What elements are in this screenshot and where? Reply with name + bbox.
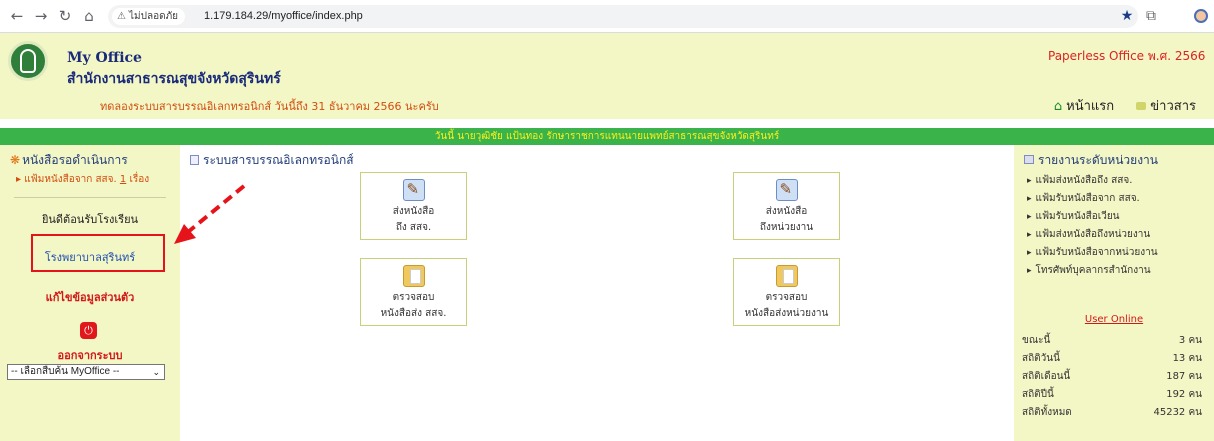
user-online-link[interactable]: User Online bbox=[1014, 314, 1214, 325]
report-link[interactable]: แฟ้มรับหนังสือจากหน่วยงาน bbox=[1027, 245, 1158, 260]
address-bar[interactable]: ⚠ ไม่ปลอดภัย 1.179.184.29/myoffice/index.… bbox=[108, 5, 1138, 28]
check-office-tile[interactable]: ตรวจสอบ หนังสือส่ง สสจ. bbox=[360, 258, 467, 326]
security-chip[interactable]: ⚠ ไม่ปลอดภัย bbox=[112, 8, 186, 25]
right-sidebar: รายงานระดับหน่วยงาน แฟ้มส่งหนังสือถึง สส… bbox=[1014, 145, 1214, 441]
nav-home[interactable]: ⌂ หน้าแรก bbox=[1054, 99, 1114, 114]
annotation-arrow bbox=[174, 184, 246, 244]
announcement-banner: วันนี้ นายวุฒิชัย แป้นทอง รักษาราชการแทน… bbox=[0, 128, 1214, 145]
moph-logo bbox=[8, 41, 48, 81]
reload-icon[interactable]: ↻ bbox=[56, 7, 74, 25]
warning-icon: ⚠ bbox=[117, 11, 126, 22]
site-title: My Office bbox=[67, 50, 142, 66]
logout-link[interactable]: ออกจากระบบ bbox=[0, 346, 180, 364]
section-title: ระบบสารบรรณอิเลกทรอนิกส์ bbox=[190, 151, 354, 170]
folder-icon bbox=[775, 265, 798, 287]
welcome-text: ยินดีต้อนรับโรงเรียน bbox=[41, 213, 139, 226]
pen-paper-icon bbox=[402, 179, 425, 201]
chevron-down-icon: ⌄ bbox=[152, 367, 160, 377]
house-icon: ⌂ bbox=[1053, 99, 1063, 114]
report-icon bbox=[1024, 155, 1034, 164]
home-icon[interactable]: ⌂ bbox=[80, 7, 98, 25]
pending-title: ❋ หนังสือรอดำเนินการ bbox=[10, 153, 128, 167]
left-sidebar: ❋ หนังสือรอดำเนินการ ▸ แฟ้มหนังสือจาก สสจ… bbox=[0, 145, 180, 441]
report-link[interactable]: แฟ้มรับหนังสือเวียน bbox=[1027, 209, 1120, 224]
main-content: ระบบสารบรรณอิเลกทรอนิกส์ ส่งหนังสือ ถึง … bbox=[180, 145, 1014, 441]
stat-row: สถิติปีนี้ 192 คน bbox=[1022, 389, 1202, 400]
report-link[interactable]: แฟ้มส่งหนังสือถึงหน่วยงาน bbox=[1027, 227, 1151, 242]
forward-icon[interactable]: → bbox=[32, 7, 50, 25]
edit-profile-link[interactable]: แก้ไขข้อมูลส่วนตัว bbox=[0, 288, 180, 306]
org-name: สำนักงานสาธารณสุขจังหวัดสุรินทร์ bbox=[67, 71, 281, 87]
user-org-link[interactable]: โรงพยาบาลสุรินทร์ bbox=[0, 248, 180, 266]
search-select[interactable]: -- เลือกสืบค้น MyOffice -- ⌄ bbox=[7, 364, 165, 380]
check-agency-tile[interactable]: ตรวจสอบ หนังสือส่งหน่วยงาน bbox=[733, 258, 840, 326]
extensions-icon[interactable]: ⧉ bbox=[1142, 7, 1160, 25]
tagline: Paperless Office พ.ศ. 2566 bbox=[1048, 49, 1206, 63]
site-header: My Office สำนักงานสาธารณสุขจังหวัดสุรินท… bbox=[0, 33, 1214, 119]
power-icon[interactable]: ⏻ bbox=[80, 322, 97, 339]
send-to-agency-tile[interactable]: ส่งหนังสือ ถึงหน่วยงาน bbox=[733, 172, 840, 240]
stat-row: สถิติวันนี้ 13 คน bbox=[1022, 353, 1202, 364]
nav-news[interactable]: ข่าวสาร bbox=[1136, 99, 1196, 114]
browser-toolbar: ← → ↻ ⌂ ⚠ ไม่ปลอดภัย 1.179.184.29/myoffic… bbox=[0, 0, 1214, 33]
stat-row: สถิติเดือนนี้ 187 คน bbox=[1022, 371, 1202, 382]
report-link[interactable]: แฟ้มส่งหนังสือถึง สสจ. bbox=[1027, 173, 1133, 188]
document-icon bbox=[190, 155, 199, 165]
report-title: รายงานระดับหน่วยงาน bbox=[1024, 151, 1158, 170]
stat-row: สถิติทั้งหมด 45232 คน bbox=[1022, 407, 1202, 418]
stat-row: ขณะนี้ 3 คน bbox=[1022, 335, 1202, 346]
bookmark-star-icon[interactable]: ★ bbox=[1118, 7, 1136, 25]
folder-icon bbox=[402, 265, 425, 287]
divider bbox=[14, 197, 166, 198]
top-nav: ⌂ หน้าแรก ข่าวสาร bbox=[1036, 95, 1196, 116]
report-link[interactable]: โทรศัพท์บุคลากรสำนักงาน bbox=[1027, 263, 1151, 278]
report-link[interactable]: แฟ้มรับหนังสือจาก สสจ. bbox=[1027, 191, 1140, 206]
back-icon[interactable]: ← bbox=[8, 7, 26, 25]
gear-icon: ❋ bbox=[10, 153, 21, 167]
pen-paper-icon bbox=[775, 179, 798, 201]
news-icon bbox=[1136, 102, 1147, 110]
send-to-office-tile[interactable]: ส่งหนังสือ ถึง สสจ. bbox=[360, 172, 467, 240]
notice-text: ทดลองระบบสารบรรณอิเลกทรอนิกส์ วันนี้ถึง … bbox=[100, 100, 439, 113]
profile-avatar[interactable] bbox=[1194, 9, 1208, 23]
pending-link[interactable]: ▸ แฟ้มหนังสือจาก สสจ. 1 เรื่อง bbox=[16, 172, 149, 187]
url-text: 1.179.184.29/myoffice/index.php bbox=[204, 10, 363, 22]
